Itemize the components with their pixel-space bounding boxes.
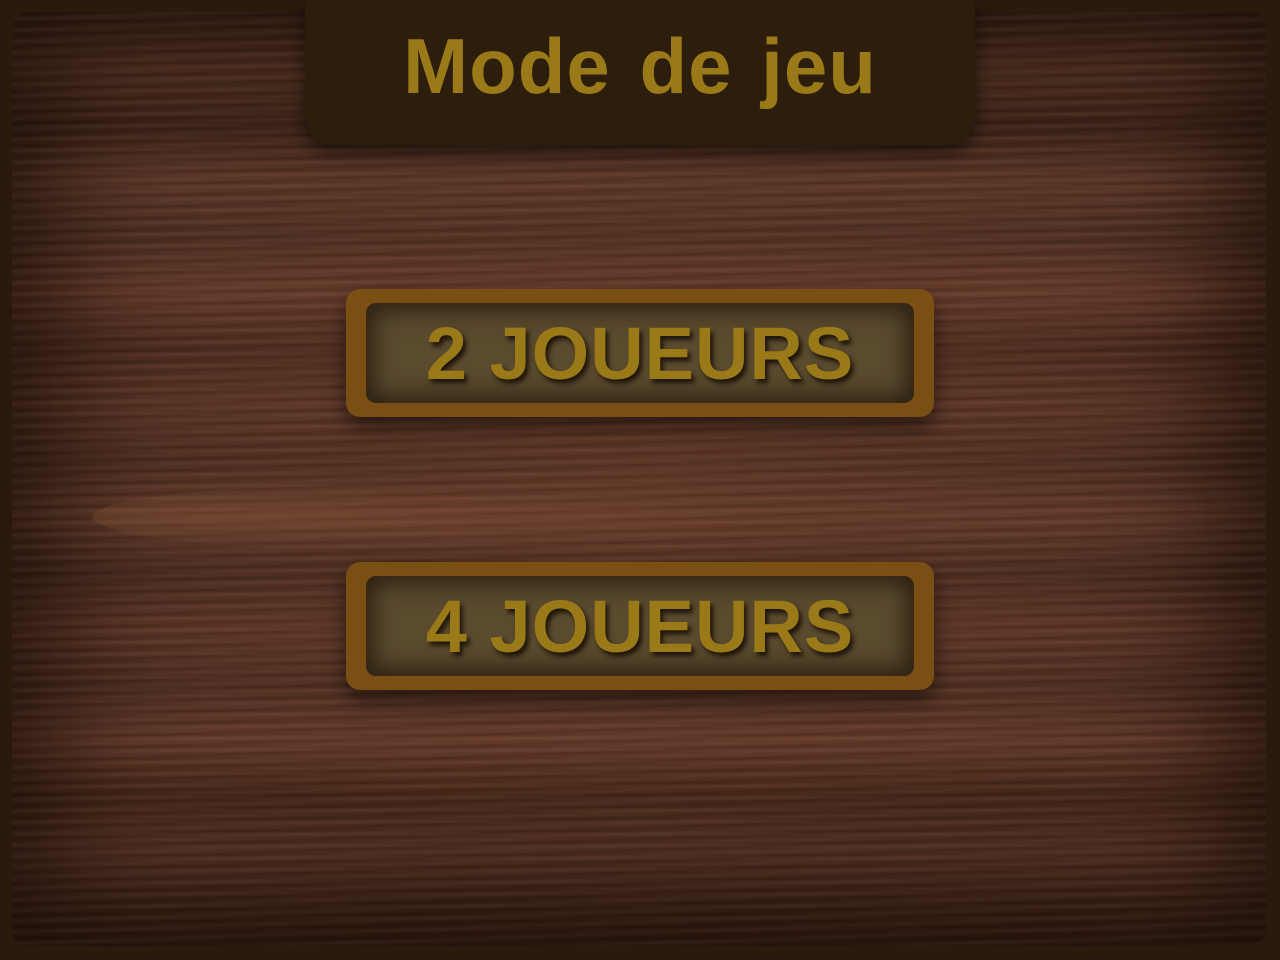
wood-grain xyxy=(12,12,1266,946)
four-players-button[interactable]: 4 JOUEURS xyxy=(346,562,934,690)
game-mode-screen: Mode de jeu 2 JOUEURS 4 JOUEURS xyxy=(0,0,1280,960)
title-banner: Mode de jeu xyxy=(305,0,975,145)
wood-background xyxy=(12,12,1266,946)
two-players-label: 2 JOUEURS xyxy=(425,311,855,395)
four-players-label: 4 JOUEURS xyxy=(425,584,855,668)
two-players-button-face[interactable]: 2 JOUEURS xyxy=(366,303,914,403)
two-players-button[interactable]: 2 JOUEURS xyxy=(346,289,934,417)
screen-title: Mode de jeu xyxy=(403,22,877,110)
four-players-button-face[interactable]: 4 JOUEURS xyxy=(366,576,914,676)
wood-knot xyxy=(92,482,752,552)
